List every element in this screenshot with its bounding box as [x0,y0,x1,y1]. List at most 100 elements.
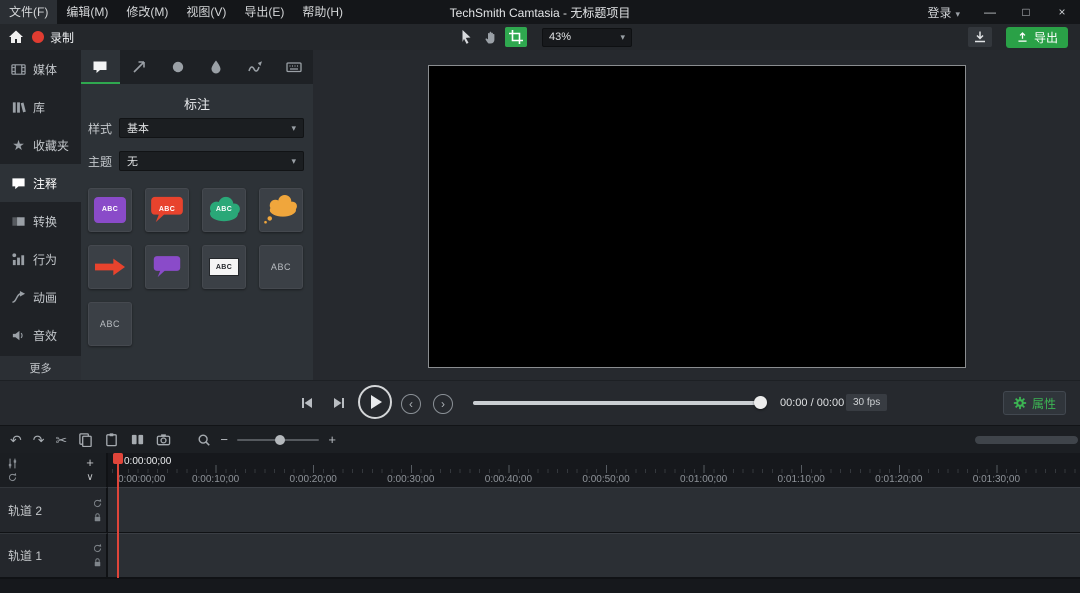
home-button[interactable] [8,29,24,45]
star-icon: ★ [12,136,25,153]
minimize-button[interactable]: — [972,0,1008,24]
sidebar-item-favorites[interactable]: ★ 收藏夹 [0,126,81,164]
crop-tool-button[interactable] [505,27,527,47]
callout-thumb-arrow[interactable] [88,245,132,289]
add-track-button[interactable]: + [82,454,98,470]
timeline-scrollbar[interactable] [975,436,1078,444]
callout-thumb-text-box[interactable]: ABC [202,245,246,289]
pan-tool-button[interactable] [480,27,502,47]
playhead-line[interactable] [117,453,119,578]
seek-handle[interactable] [754,396,767,409]
ruler-label: 0:00:30;00 [387,474,435,485]
droplet-icon [208,59,224,75]
window-title: TechSmith Camtasia - 无标题项目 [449,5,631,20]
menu-view[interactable]: 视图(V) [177,0,235,24]
sidebar-item-transitions[interactable]: 转换 [0,202,81,240]
loop-icon[interactable] [92,543,103,554]
menu-export[interactable]: 导出(E) [235,0,293,24]
timeline-ruler[interactable]: 0:00:00;00 0:00:00;00 0:00:10;00 0:00:20… [108,453,1080,487]
theme-label: 主题 [88,154,113,169]
tab-callouts[interactable] [81,50,120,84]
menu-help[interactable]: 帮助(H) [293,0,352,24]
mixer-icon[interactable] [6,457,19,470]
jump-back-button[interactable]: ‹ [401,394,421,414]
callout-thumb-text[interactable]: ABC [259,245,303,289]
magnifier-icon [197,433,211,447]
zoom-in-button[interactable]: + [327,432,337,447]
sidebar-item-animations[interactable]: 动画 [0,278,81,316]
menu-file[interactable]: 文件(F) [0,0,58,24]
tab-blur[interactable] [197,50,236,84]
properties-button[interactable]: 属性 [1002,391,1066,415]
download-button[interactable] [967,27,992,47]
jump-forward-button[interactable]: › [433,394,453,414]
sidebar-more-button[interactable]: 更多 [0,356,81,380]
callout-thumb-text-2[interactable]: ABC [88,302,132,346]
play-button[interactable] [358,385,392,419]
split-button[interactable] [130,432,145,447]
menu-modify[interactable]: 修改(M) [117,0,177,24]
callout-thumb-cloud[interactable]: ABC [202,188,246,232]
record-button[interactable]: 录制 [32,29,74,46]
camera-button[interactable] [156,432,171,447]
annotation-tabs [81,50,313,84]
cursor-icon [458,29,474,45]
redo-button[interactable]: ↷ [33,433,45,447]
menu-edit[interactable]: 编辑(M) [57,0,117,24]
playback-bar: ‹ › 00:00 / 00:00 30 fps 属性 [0,380,1080,425]
previous-frame-button[interactable] [296,392,318,414]
copy-button[interactable] [78,432,93,447]
loop-icon[interactable] [7,472,18,483]
time-display: 00:00 / 00:00 [780,397,845,409]
export-button[interactable]: 导出 [1005,26,1068,48]
canvas-zoom-dropdown[interactable]: 43% ▾ [542,27,632,47]
select-tool-button[interactable] [455,27,477,47]
callout-thumb-speech-bubble-2[interactable] [145,245,189,289]
close-button[interactable]: × [1044,0,1080,24]
seek-slider[interactable] [473,396,767,409]
timeline-zoom-handle[interactable] [275,434,286,445]
chevron-left-icon: ‹ [409,397,413,411]
track-2-header[interactable]: 轨道 2 [0,487,108,533]
tab-keystrokes[interactable] [274,50,313,84]
callout-thumb-speech-bubble[interactable]: ABC [145,188,189,232]
sidebar-item-library[interactable]: 库 [0,88,81,126]
theme-dropdown[interactable]: 无 ▾ [119,151,304,171]
step-back-icon [299,395,315,411]
sidebar-item-annotations[interactable]: 注释 [0,164,81,202]
share-icon [1016,31,1029,44]
next-frame-button[interactable] [328,392,350,414]
maximize-button[interactable]: □ [1008,0,1044,24]
sidebar-item-audio-effects[interactable]: 音效 [0,316,81,354]
paste-button[interactable] [104,432,119,447]
cut-button[interactable]: ✂ [55,433,67,447]
lock-icon[interactable] [92,512,103,523]
shape-icon [170,59,186,75]
lock-icon[interactable] [92,557,103,568]
sidebar-item-media[interactable]: 媒体 [0,50,81,88]
step-forward-icon [331,395,347,411]
timeline-zoom-slider[interactable] [237,434,320,445]
playhead-handle[interactable] [113,453,123,464]
tab-sketch-motion[interactable] [236,50,275,84]
zoom-out-button[interactable]: − [219,432,229,447]
track-2-lane[interactable] [108,487,1080,533]
tab-shapes[interactable] [158,50,197,84]
ruler-label: 0:00:00;00 [118,474,166,485]
camtasia-window: 文件(F) 编辑(M) 修改(M) 视图(V) 导出(E) 帮助(H) Tech… [0,0,1080,593]
undo-button[interactable]: ↶ [10,433,22,447]
track-1-header[interactable]: 轨道 1 [0,533,108,578]
loop-icon[interactable] [92,498,103,509]
collapse-tracks-button[interactable]: ∨ [82,469,98,485]
login-button[interactable]: 登录 ▾ [915,4,972,21]
timeline-toolbar: ↶ ↷ ✂ − + [0,425,1080,453]
callout-thumb-thought-cloud[interactable] [259,188,303,232]
chevron-down-icon: ▾ [955,8,960,19]
video-preview[interactable] [428,65,966,368]
track-1-lane[interactable] [108,533,1080,578]
arrow-icon [131,59,147,75]
style-dropdown[interactable]: 基本 ▾ [119,118,304,138]
callout-thumb-rounded-rect[interactable]: ABC [88,188,132,232]
tab-arrows[interactable] [120,50,159,84]
sidebar-item-behaviors[interactable]: 行为 [0,240,81,278]
